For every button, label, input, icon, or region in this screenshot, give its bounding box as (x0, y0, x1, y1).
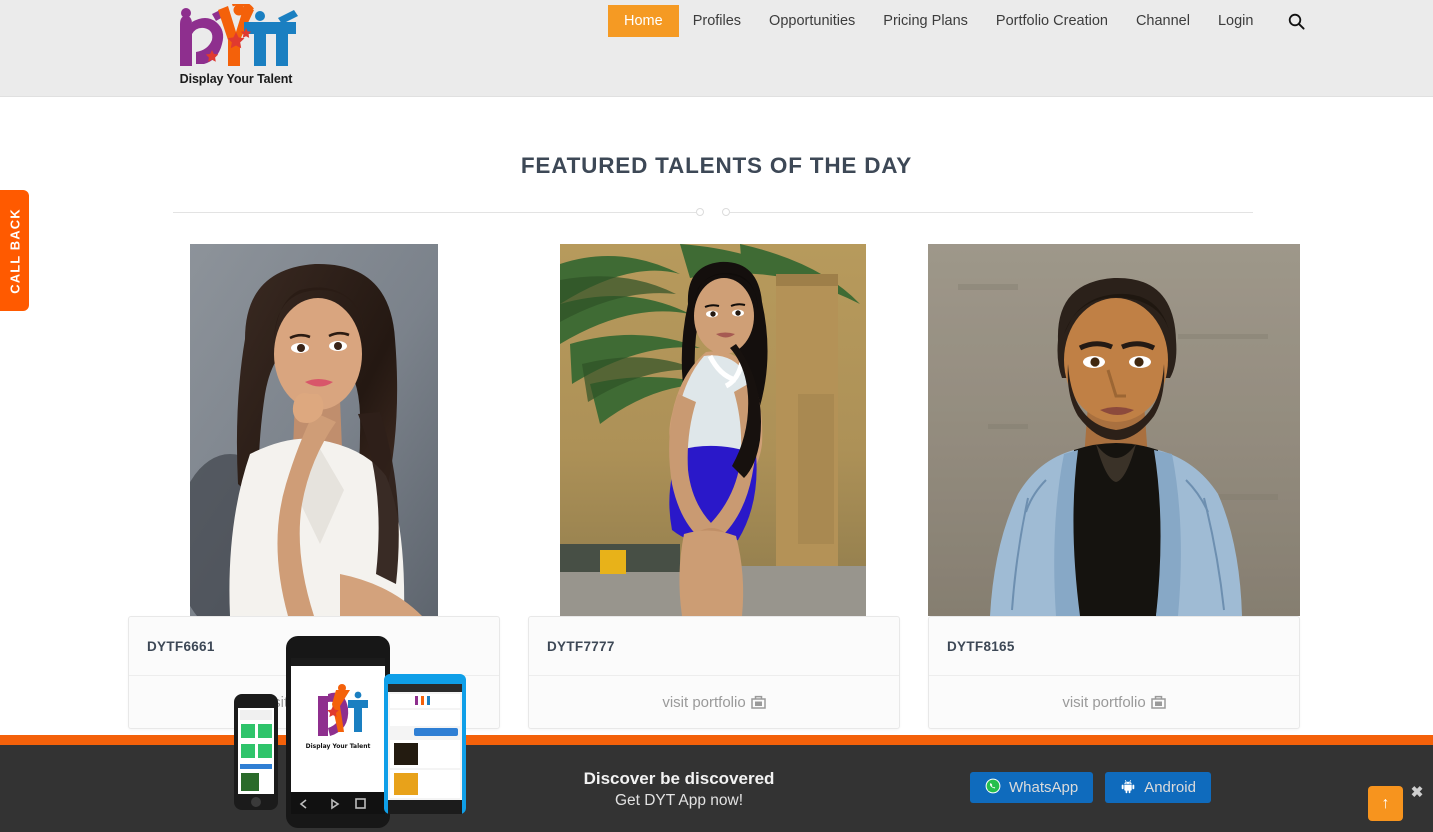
talent-id: DYTF6661 (147, 638, 215, 654)
talent-card-body: DYTF6661 visit portfolio (128, 616, 500, 729)
talent-id: DYTF8165 (947, 638, 1015, 654)
whatsapp-icon-glyph (985, 778, 1001, 793)
talent-photo[interactable] (190, 244, 438, 616)
app-store-buttons: WhatsApp Android (970, 772, 1211, 803)
briefcase-icon-glyph (350, 695, 366, 709)
nav-item-profiles[interactable]: Profiles (679, 5, 755, 37)
talent-card[interactable]: DYTF7777 visit portfolio (528, 244, 900, 729)
page-title: FEATURED TALENTS OF THE DAY (520, 153, 913, 178)
briefcase-icon (1150, 695, 1166, 709)
briefcase-icon-glyph (750, 695, 766, 709)
logo-caption: Display Your Talent (179, 72, 293, 86)
nav-item-pricing-plans[interactable]: Pricing Plans (869, 5, 982, 37)
search-icon-glyph (1288, 13, 1305, 30)
talent-card-body: DYTF8165 visit portfolio (928, 616, 1300, 729)
android-button-label: Android (1144, 779, 1196, 796)
visit-portfolio-label: visit portfolio (662, 693, 746, 711)
orange-divider-stripe (0, 735, 1433, 745)
android-icon-glyph (1121, 779, 1135, 793)
nav-item-channel[interactable]: Channel (1122, 5, 1204, 37)
nav-item-portfolio-creation[interactable]: Portfolio Creation (982, 5, 1122, 37)
nav-item-login[interactable]: Login (1204, 5, 1267, 37)
site-header: Display Your Talent Home Profiles Opport… (0, 0, 1433, 97)
divider-dot-left (696, 208, 704, 216)
whatsapp-button-label: WhatsApp (1009, 779, 1079, 796)
visit-portfolio-link[interactable]: visit portfolio (529, 675, 899, 728)
close-icon[interactable]: ✖ (1409, 784, 1425, 801)
briefcase-icon (750, 695, 766, 709)
main-nav: Home Profiles Opportunities Pricing Plan… (608, 5, 1309, 37)
talent-photo-art (560, 244, 866, 616)
nav-item-home[interactable]: Home (608, 5, 679, 37)
android-button[interactable]: Android (1105, 772, 1211, 803)
briefcase-icon (350, 695, 366, 709)
whatsapp-icon (985, 778, 1001, 798)
divider-dot-right (722, 208, 730, 216)
search-icon[interactable] (1283, 8, 1309, 34)
talent-photo-art (190, 244, 438, 616)
site-logo[interactable]: Display Your Talent (172, 4, 300, 88)
visit-portfolio-label: visit portfolio (1062, 693, 1146, 711)
app-promo-banner: Discover be discovered Get DYT App now! (0, 745, 1433, 832)
divider-line-left (173, 211, 696, 213)
talent-id: DYTF7777 (547, 638, 615, 654)
visit-portfolio-link[interactable]: visit portfolio (129, 675, 499, 728)
briefcase-icon-glyph (1150, 695, 1166, 709)
talent-photo[interactable] (560, 244, 866, 616)
talent-photo[interactable] (928, 244, 1300, 616)
whatsapp-button[interactable]: WhatsApp (970, 772, 1094, 803)
talent-card[interactable]: DYTF8165 visit portfolio (928, 244, 1300, 729)
divider-line-right (730, 211, 1253, 213)
talent-photo-art (928, 244, 1300, 616)
page-root: Display Your Talent Home Profiles Opport… (0, 0, 1433, 832)
visit-portfolio-link[interactable]: visit portfolio (929, 675, 1299, 728)
logo-graphic (180, 4, 298, 66)
back-to-top-button[interactable]: ↑ (1368, 786, 1403, 821)
android-icon (1120, 778, 1136, 798)
nav-item-opportunities[interactable]: Opportunities (755, 5, 869, 37)
featured-talents-grid: DYTF6661 visit portfolio DYTF7777 visit … (0, 244, 1433, 729)
talent-card[interactable]: DYTF6661 visit portfolio (128, 244, 500, 729)
section-divider (173, 204, 1253, 220)
visit-portfolio-label: visit portfolio (262, 693, 346, 711)
talent-card-body: DYTF7777 visit portfolio (528, 616, 900, 729)
arrow-up-icon: ↑ (1381, 794, 1390, 812)
